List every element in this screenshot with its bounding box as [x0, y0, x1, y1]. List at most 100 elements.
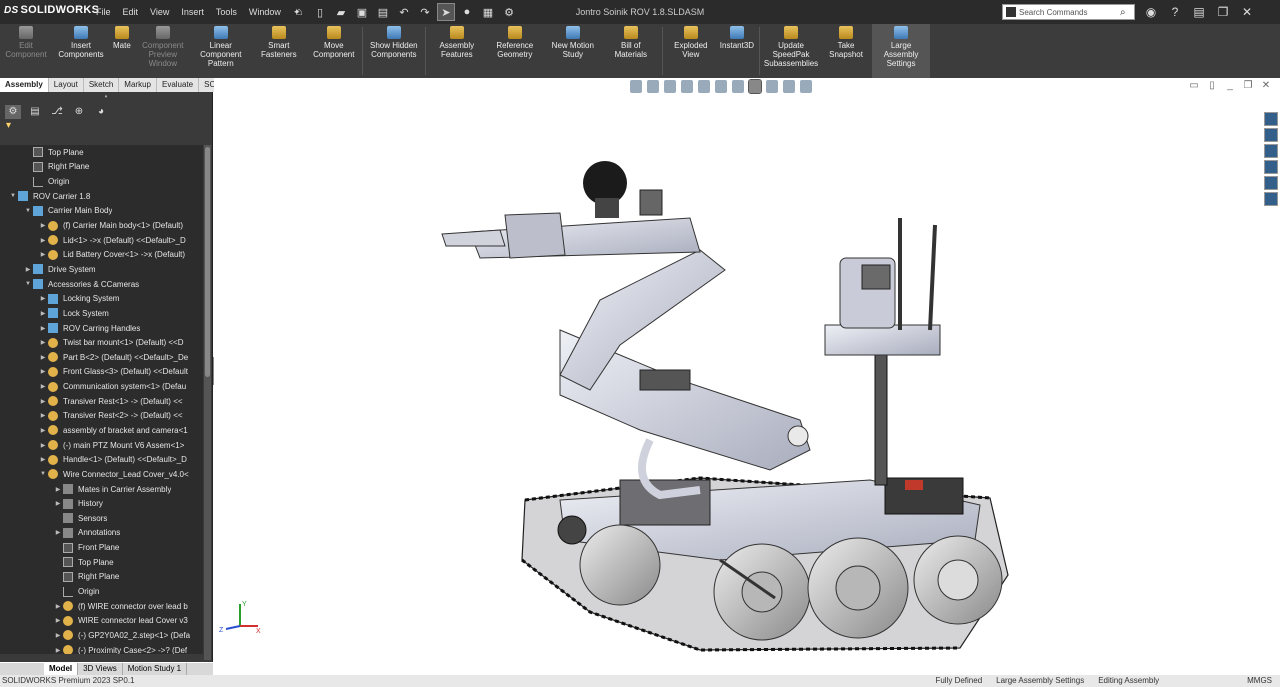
large-assembly-settings-button[interactable]: Large Assembly Settings: [872, 24, 931, 78]
tab-navigation-arrows[interactable]: [0, 663, 44, 675]
configuration-manager-tab-icon[interactable]: ⎇: [49, 105, 65, 119]
expand-arrow-icon[interactable]: ▶: [38, 354, 48, 361]
expand-arrow-icon[interactable]: ▼: [8, 193, 18, 199]
tree-item[interactable]: ▶ Drive System: [0, 262, 203, 277]
tree-item[interactable]: ▶ Lock System: [0, 306, 203, 321]
bottom-tab-motion-study-1[interactable]: Motion Study 1: [123, 663, 188, 675]
search-icon[interactable]: ⌕: [1120, 7, 1134, 18]
menu-view[interactable]: View: [144, 0, 175, 24]
tree-item[interactable]: Front Plane: [0, 540, 203, 555]
display-manager-tab-icon[interactable]: ◕: [93, 105, 109, 119]
expand-arrow-icon[interactable]: ▶: [23, 266, 33, 273]
tree-item[interactable]: ▶ Mates in Carrier Assembly: [0, 482, 203, 497]
tree-item[interactable]: ▶ (f) Carrier Main body<1> (Default): [0, 218, 203, 233]
reference-geometry-button[interactable]: Reference Geometry: [486, 24, 544, 78]
open-document-icon[interactable]: ▰: [332, 3, 350, 21]
tree-item[interactable]: Origin: [0, 174, 203, 189]
expand-arrow-icon[interactable]: ▼: [23, 208, 33, 214]
expand-arrow-icon[interactable]: ▶: [38, 456, 48, 463]
tree-item[interactable]: Top Plane: [0, 555, 203, 570]
tab-evaluate[interactable]: Evaluate: [157, 78, 200, 92]
window-maximize-icon[interactable]: ❐: [1214, 3, 1232, 21]
large-assembly-status[interactable]: Large Assembly Settings: [996, 676, 1084, 685]
property-manager-tab-icon[interactable]: ▤: [27, 105, 43, 119]
tree-item[interactable]: ▶ Part B<2> (Default) <<Default>_De: [0, 350, 203, 365]
expand-arrow-icon[interactable]: ▶: [38, 310, 48, 317]
tree-item[interactable]: ▼ Carrier Main Body: [0, 204, 203, 219]
tab-layout[interactable]: Layout: [49, 78, 84, 92]
options-gear-icon[interactable]: ⚙: [500, 3, 518, 21]
search-commands-input[interactable]: Search Commands ⌕: [1002, 4, 1135, 20]
menu-window[interactable]: Window: [243, 0, 287, 24]
expand-arrow-icon[interactable]: ▶: [38, 295, 48, 302]
instant3d-button[interactable]: Instant3D: [717, 24, 757, 78]
expand-arrow-icon[interactable]: ▶: [53, 647, 63, 654]
expand-arrow-icon[interactable]: ▶: [38, 398, 48, 405]
insert-components-button[interactable]: Insert Components: [52, 24, 110, 78]
file-properties-icon[interactable]: ▦: [479, 3, 497, 21]
tree-item[interactable]: ▶ WIRE connector lead Cover v3: [0, 614, 203, 629]
tree-item[interactable]: ▶ assembly of bracket and camera<1: [0, 423, 203, 438]
expand-arrow-icon[interactable]: ▶: [53, 500, 63, 507]
expand-arrow-icon[interactable]: ▶: [38, 339, 48, 346]
expand-arrow-icon[interactable]: ▶: [38, 325, 48, 332]
expand-arrow-icon[interactable]: ▼: [38, 471, 48, 477]
expand-arrow-icon[interactable]: ▶: [53, 632, 63, 639]
tree-item[interactable]: ▶ (-) main PTZ Mount V6 Assem<1>: [0, 438, 203, 453]
menu-file[interactable]: File: [90, 0, 117, 24]
tree-item[interactable]: ▶ Transiver Rest<1> -> (Default) <<: [0, 394, 203, 409]
feature-manager-tab-icon[interactable]: ⚙: [5, 105, 21, 119]
tree-item[interactable]: ▼ ROV Carrier 1.8: [0, 189, 203, 204]
tree-item[interactable]: ▼ Wire Connector_Lead Cover_v4.0<: [0, 467, 203, 482]
smart-fasteners-button[interactable]: Smart Fasteners: [250, 24, 308, 78]
menu-insert[interactable]: Insert: [175, 0, 210, 24]
tree-item[interactable]: ▶ (f) WIRE connector over lead b: [0, 599, 203, 614]
assembly-features-button[interactable]: Assembly Features: [428, 24, 486, 78]
solidworks-logo[interactable]: DS SOLIDWORKS: [4, 4, 99, 16]
print-icon[interactable]: ▤: [374, 3, 392, 21]
bottom-tab-model[interactable]: Model: [44, 663, 79, 675]
menu-tools[interactable]: Tools: [210, 0, 243, 24]
tree-item[interactable]: ▶ History: [0, 496, 203, 511]
tab-sketch[interactable]: Sketch: [84, 78, 120, 92]
redo-icon[interactable]: ↷: [416, 3, 434, 21]
tree-item[interactable]: Top Plane: [0, 145, 203, 160]
window-close-icon[interactable]: ✕: [1238, 3, 1256, 21]
select-pointer-icon[interactable]: ➤: [437, 3, 455, 21]
tree-item[interactable]: ▶ (-) GP2Y0A02_2.step<1> (Defa: [0, 628, 203, 643]
expand-arrow-icon[interactable]: ▶: [38, 442, 48, 449]
update-speedpak-subassemblies-button[interactable]: Update SpeedPak Subassemblies: [762, 24, 820, 78]
expand-arrow-icon[interactable]: ▶: [53, 486, 63, 493]
tree-item[interactable]: ▶ Front Glass<3> (Default) <<Default: [0, 365, 203, 380]
scrollbar-thumb[interactable]: [205, 147, 210, 377]
tree-item[interactable]: ▶ (-) Proximity Case<2> ->? (Def: [0, 643, 203, 654]
dimxpert-manager-tab-icon[interactable]: ⊕: [71, 105, 87, 119]
tree-item[interactable]: Right Plane: [0, 570, 203, 585]
tree-item[interactable]: ▶ Annotations: [0, 526, 203, 541]
tree-item[interactable]: ▶ Handle<1> (Default) <<Default>_D: [0, 452, 203, 467]
tree-item[interactable]: ▼ Accessories & CCameras: [0, 277, 203, 292]
filter-icon[interactable]: ▾: [0, 120, 212, 134]
unit-system[interactable]: MMGS: [1247, 676, 1272, 685]
expand-arrow-icon[interactable]: ▶: [53, 617, 63, 624]
user-account-icon[interactable]: ◉: [1142, 3, 1160, 21]
exploded-view-button[interactable]: Exploded View: [665, 24, 717, 78]
tree-scrollbar[interactable]: [204, 145, 211, 660]
home-icon[interactable]: ⌂: [290, 3, 308, 21]
show-hidden-components-button[interactable]: Show Hidden Components: [365, 24, 423, 78]
traffic-light-icon[interactable]: ●: [458, 3, 476, 21]
expand-arrow-icon[interactable]: ▶: [38, 412, 48, 419]
expand-arrow-icon[interactable]: ▶: [53, 603, 63, 610]
expand-arrow-icon[interactable]: ▼: [23, 281, 33, 287]
expand-arrow-icon[interactable]: ▶: [38, 251, 48, 258]
undo-icon[interactable]: ↶: [395, 3, 413, 21]
graphics-area[interactable]: ▭ ▯ _ ❐ ✕ Y X Z: [214, 78, 1280, 675]
expand-arrow-icon[interactable]: ▶: [38, 368, 48, 375]
tree-item[interactable]: ▶ Communication system<1> (Defau: [0, 379, 203, 394]
tree-item[interactable]: ▶ Lid<1> ->x (Default) <<Default>_D: [0, 233, 203, 248]
tree-item[interactable]: ▶ Twist bar mount<1> (Default) <<D: [0, 335, 203, 350]
pane-grip[interactable]: •: [0, 92, 212, 104]
expand-arrow-icon[interactable]: ▶: [53, 529, 63, 536]
take-snapshot-button[interactable]: Take Snapshot: [820, 24, 872, 78]
edit-component-button[interactable]: Edit Component: [0, 24, 52, 78]
